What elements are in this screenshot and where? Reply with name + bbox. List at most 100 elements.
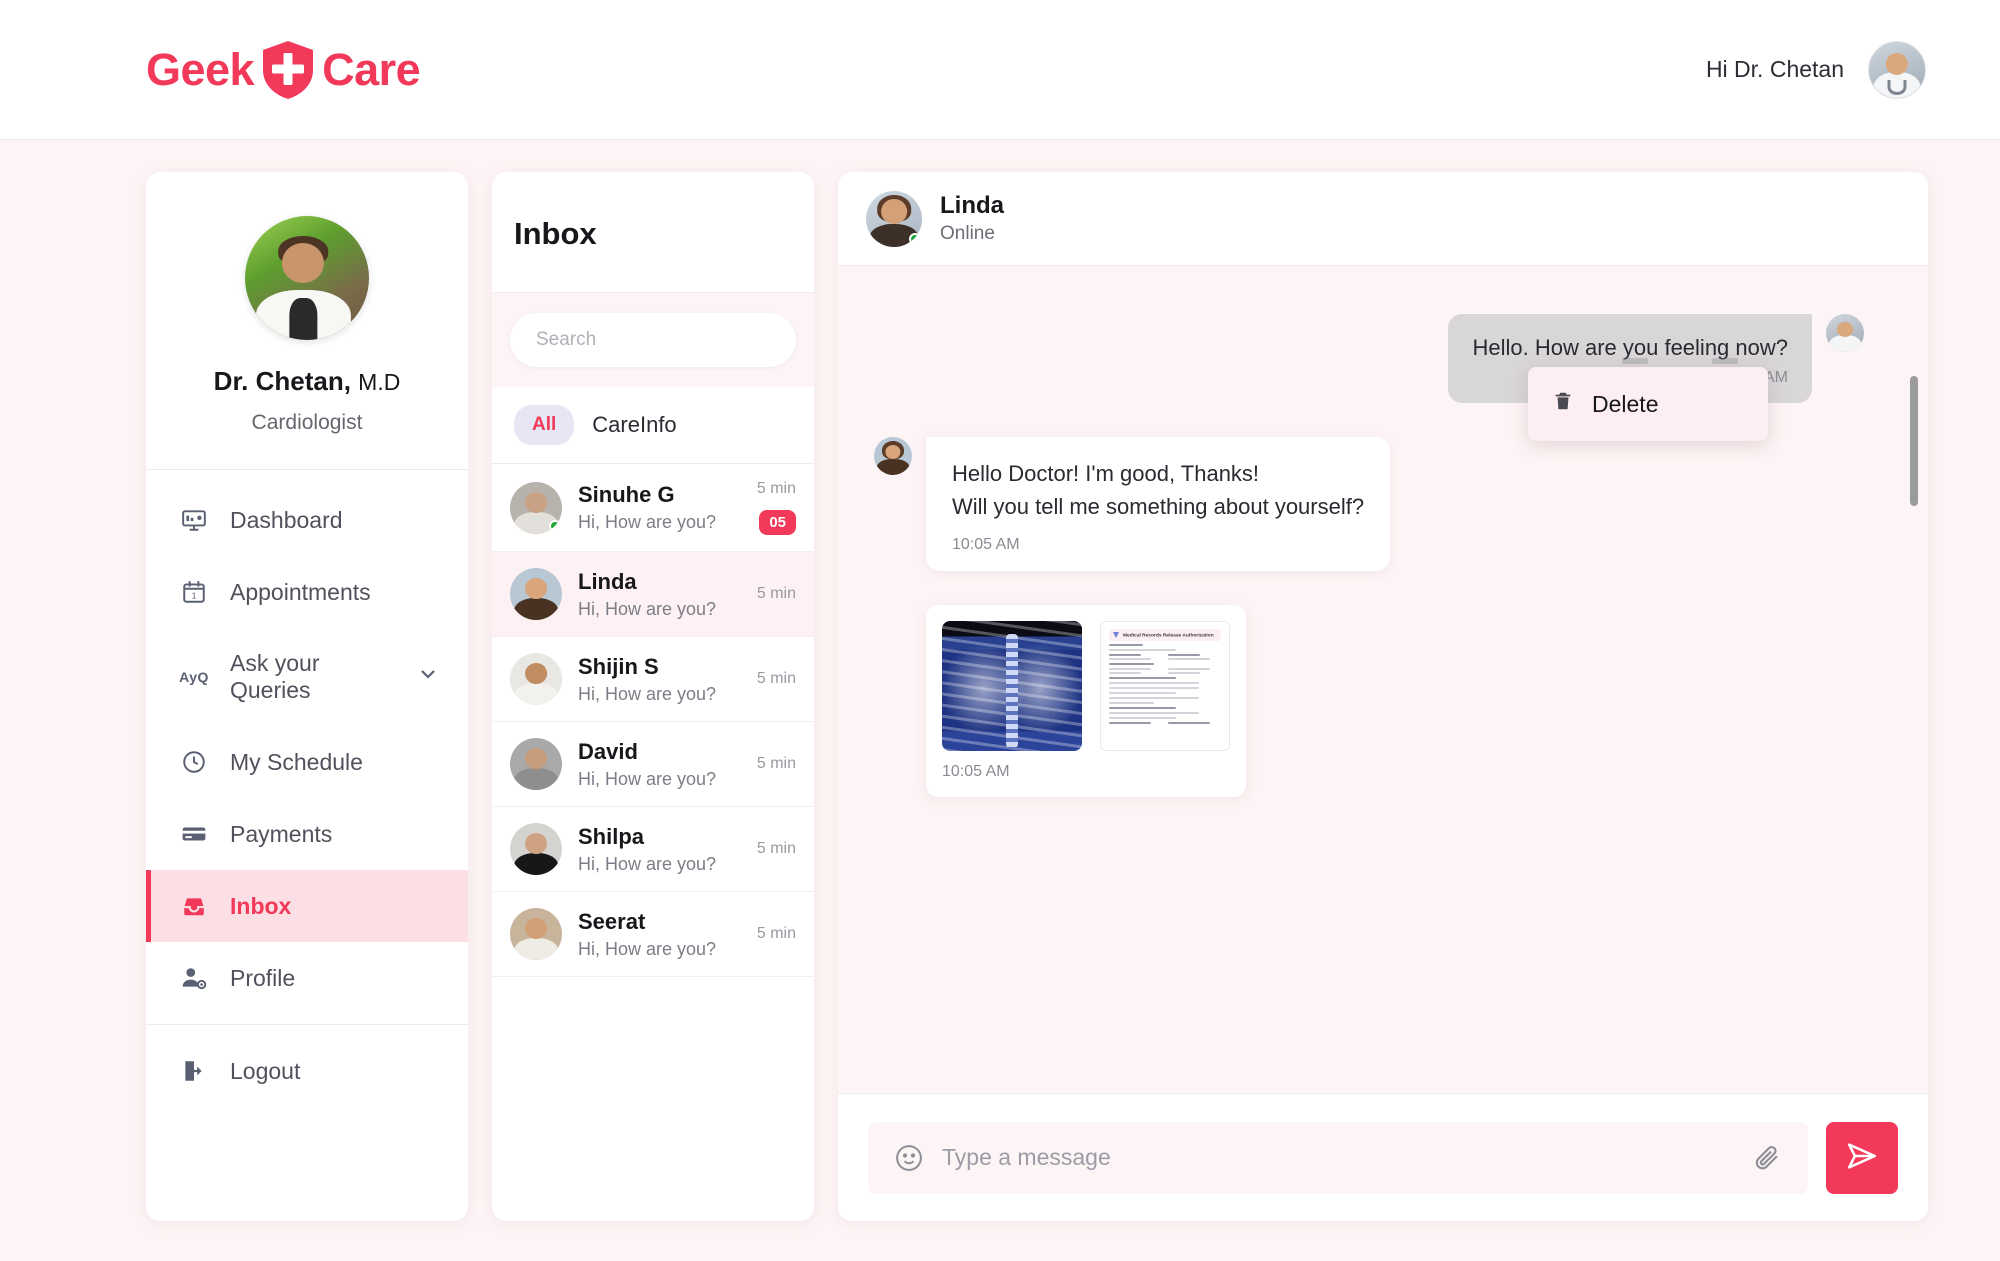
sidebar-item-ask-your-queries[interactable]: AyQ Ask your Queries bbox=[146, 628, 468, 726]
message-composer bbox=[838, 1093, 1928, 1221]
message-input[interactable] bbox=[942, 1144, 1734, 1171]
message-text-line2: Will you tell me something about yoursel… bbox=[952, 494, 1365, 520]
sidebar-divider bbox=[146, 1024, 468, 1025]
filter-chip-all[interactable]: All bbox=[514, 405, 575, 445]
chat-panel: Linda Online Delete Hello. How are you f… bbox=[838, 172, 1928, 1221]
message-input-wrap bbox=[868, 1121, 1808, 1194]
medical-record-document-thumbnail[interactable]: Medical Records Release Authorization bbox=[1100, 621, 1230, 752]
timestamp: 5 min bbox=[756, 840, 796, 857]
call-icon bbox=[1622, 358, 1648, 364]
tab-careinfo[interactable]: CareInfo bbox=[592, 412, 676, 438]
doctor-profile-photo bbox=[245, 216, 369, 340]
doctor-name: Dr. Chetan, M.D bbox=[166, 366, 448, 397]
top-bar: Geek Care Hi Dr. Chetan bbox=[0, 0, 2000, 140]
avatar bbox=[510, 908, 562, 960]
chat-contact-status: Online bbox=[940, 223, 995, 244]
message-preview: Hi, How are you? bbox=[578, 938, 717, 959]
sidebar-item-dashboard[interactable]: Dashboard bbox=[146, 484, 468, 556]
timestamp: 5 min bbox=[756, 585, 796, 602]
sidebar-nav: Dashboard 1 Appointments AyQ Ask your Qu… bbox=[146, 470, 468, 1221]
message-preview: Hi, How are you? bbox=[578, 853, 717, 874]
svg-text:1: 1 bbox=[192, 591, 197, 601]
timestamp: 5 min bbox=[756, 925, 796, 942]
document-title: Medical Records Release Authorization bbox=[1123, 632, 1214, 638]
context-menu: Delete bbox=[1528, 367, 1768, 441]
brand-logo[interactable]: Geek Care bbox=[146, 40, 421, 100]
shield-plus-icon bbox=[263, 40, 314, 99]
doctor-name-suffix: M.D bbox=[358, 369, 401, 395]
contact-name: Shijin S bbox=[578, 653, 659, 679]
sidebar-item-label: Payments bbox=[230, 820, 333, 847]
message-row-incoming: Hello Doctor! I'm good, Thanks! Will you… bbox=[874, 437, 1864, 572]
delete-label: Delete bbox=[1592, 390, 1659, 417]
chat-scrollbar[interactable] bbox=[1910, 376, 1918, 1093]
sidebar-item-inbox[interactable]: Inbox bbox=[146, 870, 468, 942]
message-row-attachment: Medical Records Release Authorization 10… bbox=[874, 605, 1864, 798]
delete-menu-item[interactable]: Delete bbox=[1528, 389, 1768, 419]
dashboard-icon bbox=[180, 506, 208, 534]
chat-contact-name: Linda bbox=[940, 192, 1004, 219]
chat-header: Linda Online bbox=[838, 172, 1928, 266]
app-root: Geek Care Hi Dr. Chetan Dr. Chetan, M.D … bbox=[0, 0, 2000, 1261]
conversation-list: Sinuhe G Hi, How are you? 5 min 05 Linda… bbox=[492, 464, 814, 1221]
medical-logo-icon bbox=[1113, 632, 1119, 639]
header-avatar[interactable] bbox=[1868, 40, 1926, 99]
credit-card-icon bbox=[180, 820, 208, 848]
scrollbar-thumb[interactable] bbox=[1910, 376, 1918, 506]
list-item[interactable]: Sinuhe G Hi, How are you? 5 min 05 bbox=[492, 464, 814, 552]
chevron-down-icon[interactable] bbox=[416, 662, 440, 692]
calendar-icon: 1 bbox=[180, 578, 208, 606]
inbox-filter-row: All CareInfo bbox=[492, 387, 814, 464]
sidebar-item-label: Dashboard bbox=[230, 506, 343, 533]
smiley-icon[interactable] bbox=[894, 1143, 924, 1173]
list-item[interactable]: Shijin S Hi, How are you? 5 min bbox=[492, 637, 814, 722]
sidebar-item-profile[interactable]: Profile bbox=[146, 942, 468, 1014]
message-preview: Hi, How are you? bbox=[578, 598, 717, 619]
contact-name: Linda bbox=[578, 568, 637, 594]
message-text-line1: Hello Doctor! I'm good, Thanks! bbox=[952, 461, 1260, 487]
online-dot bbox=[549, 519, 561, 532]
list-item[interactable]: Shilpa Hi, How are you? 5 min bbox=[492, 807, 814, 892]
sidebar-item-label: Inbox bbox=[230, 892, 292, 919]
chest-xray-image[interactable] bbox=[942, 621, 1082, 752]
attachment-time: 10:05 AM bbox=[942, 763, 1010, 781]
more-options-icon bbox=[1712, 358, 1738, 364]
list-item[interactable]: Linda Hi, How are you? 5 min bbox=[492, 552, 814, 637]
search-input[interactable] bbox=[510, 313, 796, 367]
user-settings-icon bbox=[180, 964, 208, 992]
avatar bbox=[510, 823, 562, 875]
sidebar-item-payments[interactable]: Payments bbox=[146, 798, 468, 870]
timestamp: 5 min bbox=[756, 755, 796, 772]
avatar bbox=[874, 437, 912, 476]
avatar bbox=[510, 481, 562, 534]
sidebar-profile: Dr. Chetan, M.D Cardiologist bbox=[146, 172, 468, 470]
message-bubble: Hello Doctor! I'm good, Thanks! Will you… bbox=[926, 437, 1391, 572]
search-container bbox=[492, 293, 814, 387]
logout-icon bbox=[180, 1057, 208, 1085]
avatar bbox=[510, 568, 562, 620]
attachment-card[interactable]: Medical Records Release Authorization 10… bbox=[926, 605, 1246, 798]
sidebar-item-appointments[interactable]: 1 Appointments bbox=[146, 556, 468, 628]
send-icon bbox=[1845, 1139, 1879, 1176]
avatar bbox=[1826, 314, 1864, 352]
send-button[interactable] bbox=[1826, 1121, 1898, 1194]
trash-icon bbox=[1552, 389, 1574, 419]
contact-name: David bbox=[578, 738, 638, 764]
inbox-title: Inbox bbox=[492, 172, 814, 293]
main-content: Dr. Chetan, M.D Cardiologist Dashboard 1… bbox=[0, 140, 2000, 1261]
sidebar-item-my-schedule[interactable]: My Schedule bbox=[146, 726, 468, 798]
paperclip-icon[interactable] bbox=[1752, 1143, 1782, 1173]
chat-header-actions[interactable] bbox=[1622, 358, 1738, 364]
message-preview: Hi, How are you? bbox=[578, 683, 717, 704]
sidebar-item-logout[interactable]: Logout bbox=[146, 1035, 468, 1107]
sidebar-item-label: My Schedule bbox=[230, 748, 363, 775]
inbox-icon bbox=[180, 892, 208, 920]
message-preview: Hi, How are you? bbox=[578, 768, 717, 789]
contact-name: Shilpa bbox=[578, 823, 645, 849]
document-title-bar: Medical Records Release Authorization bbox=[1109, 629, 1221, 642]
list-item[interactable]: Seerat Hi, How are you? 5 min bbox=[492, 892, 814, 977]
sidebar-item-label: Appointments bbox=[230, 578, 371, 605]
avatar bbox=[510, 738, 562, 790]
online-dot bbox=[909, 232, 921, 245]
list-item[interactable]: David Hi, How are you? 5 min bbox=[492, 722, 814, 807]
